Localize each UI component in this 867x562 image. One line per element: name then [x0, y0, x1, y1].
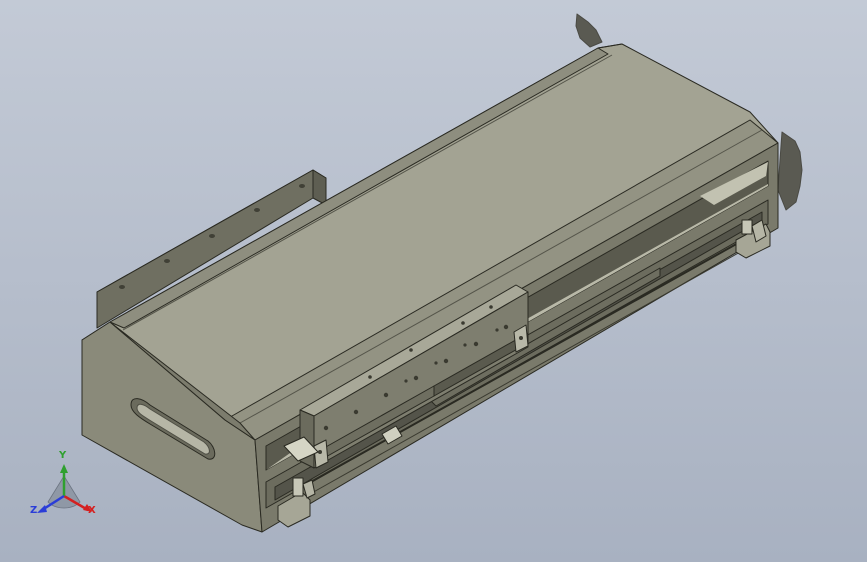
motor-silhouette-top — [575, 13, 603, 48]
motor-silhouette-right — [777, 131, 803, 211]
rear-bracket-side — [312, 169, 327, 206]
cad-viewport[interactable]: Y X Z — [0, 0, 867, 562]
far-sensor-block — [741, 219, 753, 235]
z-axis-label: Z — [30, 505, 38, 516]
y-axis-label: Y — [59, 450, 67, 461]
carriage-sensor-dog-left-hole — [318, 450, 322, 454]
linear-module-model[interactable] — [0, 0, 867, 562]
x-axis-label: X — [88, 505, 96, 516]
carriage-sensor-dog-hole — [519, 336, 523, 340]
near-sensor-block — [292, 477, 304, 497]
